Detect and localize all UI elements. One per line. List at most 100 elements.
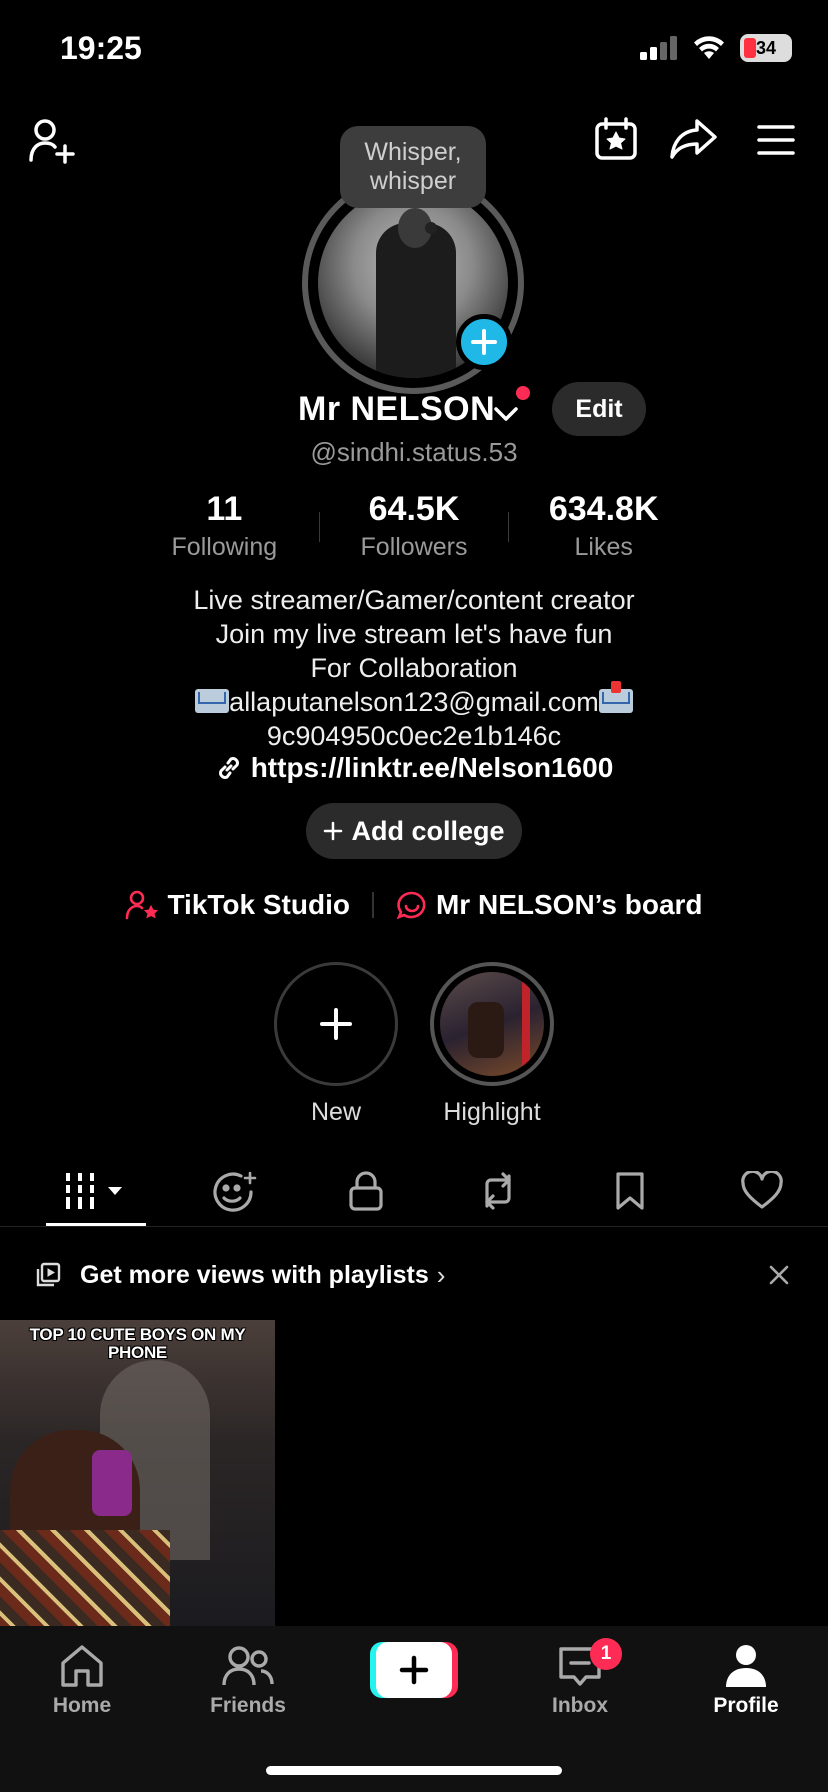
- profile-icon: [726, 1645, 766, 1687]
- tab-liked[interactable]: [696, 1155, 828, 1226]
- bookmark-icon: [616, 1171, 644, 1210]
- tab-videos[interactable]: [24, 1155, 168, 1226]
- create-button[interactable]: [370, 1642, 458, 1698]
- content-tabs: [0, 1155, 828, 1227]
- avatar-note-bubble[interactable]: Whisper, whisper: [340, 126, 486, 208]
- inbox-badge: 1: [590, 1638, 622, 1670]
- board-link[interactable]: Mr NELSON’s board: [396, 889, 703, 921]
- friends-icon: [222, 1646, 274, 1686]
- highlight-circle: [430, 962, 554, 1086]
- name-row: Mr NELSON Edit: [0, 382, 828, 442]
- stat-likes[interactable]: 634.8K Likes: [509, 490, 698, 561]
- bio-line: 9c904950c0ec2e1b146c: [266, 721, 562, 751]
- tiktok-studio-label: TikTok Studio: [167, 889, 350, 920]
- battery-icon: 34: [740, 34, 792, 62]
- stat-label: Followers: [360, 533, 468, 561]
- plus-icon: [471, 329, 497, 355]
- nav-inbox-label: Inbox: [552, 1694, 608, 1717]
- lock-icon: [349, 1170, 383, 1211]
- tab-private[interactable]: [300, 1155, 432, 1226]
- chevron-down-icon[interactable]: [492, 402, 520, 426]
- share-profile-button[interactable]: [668, 115, 720, 163]
- username: @sindhi.status.53: [310, 437, 518, 467]
- close-icon[interactable]: [768, 1264, 790, 1286]
- highlight-thumbnail: [440, 972, 544, 1076]
- add-college-button[interactable]: Add college: [306, 803, 522, 859]
- stat-value: 634.8K: [548, 490, 659, 528]
- videos-grid-icon: [66, 1172, 122, 1209]
- cellular-signal-icon: [640, 36, 677, 60]
- battery-level: 34: [755, 37, 777, 58]
- profile-name[interactable]: Mr NELSON: [298, 390, 495, 429]
- nav-profile[interactable]: Profile: [686, 1638, 806, 1718]
- stat-label: Likes: [574, 533, 633, 561]
- status-icons: 34: [640, 34, 792, 62]
- studio-person-star-icon: [126, 890, 159, 920]
- heart-icon: [741, 1170, 783, 1209]
- stat-label: Following: [171, 533, 278, 561]
- events-button[interactable]: [592, 115, 640, 163]
- link-icon: [218, 757, 239, 779]
- highlight-item[interactable]: Highlight: [430, 962, 554, 1127]
- highlight-new[interactable]: New: [274, 962, 398, 1127]
- bio-link-text: https://linktr.ee/Nelson1600: [250, 752, 614, 783]
- add-story-button[interactable]: [456, 314, 512, 370]
- inbox-tray-emoji-icon: [598, 681, 633, 713]
- highlight-label: New: [310, 1098, 361, 1126]
- bio: Live streamer/Gamer/content creator Join…: [0, 583, 828, 753]
- bio-email-line: allaputanelson123@gmail.com: [0, 681, 828, 719]
- status-bar: 19:25 34: [0, 0, 828, 100]
- video-thumbnail[interactable]: TOP 10 CUTE BOYS ON MY PHONE: [0, 1320, 275, 1626]
- nav-friends-label: Friends: [210, 1694, 286, 1717]
- chevron-right-icon: ›: [436, 1259, 446, 1290]
- bio-email: allaputanelson123@gmail.com: [229, 687, 599, 717]
- add-friend-button[interactable]: [26, 115, 78, 167]
- profile-stats: 11 Following 64.5K Followers 634.8K Like…: [130, 490, 698, 561]
- calendar-star-icon: [595, 117, 637, 160]
- bio-link[interactable]: https://linktr.ee/Nelson1600: [0, 752, 828, 784]
- nav-friends[interactable]: Friends: [188, 1638, 308, 1718]
- home-icon: [61, 1645, 103, 1687]
- tab-reposts[interactable]: [168, 1155, 300, 1226]
- nav-home-label: Home: [52, 1694, 112, 1717]
- highlight-new-circle: [274, 962, 398, 1086]
- plus-icon: [324, 821, 343, 841]
- divider: [371, 892, 374, 918]
- playlist-banner-text: Get more views with playlists: [80, 1260, 429, 1289]
- add-college-label: Add college: [351, 815, 505, 846]
- nav-profile-label: Profile: [713, 1694, 779, 1717]
- creator-links: TikTok Studio Mr NELSON’s board: [0, 880, 828, 930]
- status-time: 19:25: [60, 30, 142, 66]
- tab-reposted[interactable]: [432, 1155, 564, 1226]
- reposts-face-icon: [213, 1171, 257, 1212]
- video-caption: TOP 10 CUTE BOYS ON MY PHONE: [29, 1325, 246, 1362]
- playlist-banner[interactable]: Get more views with playlists ›: [0, 1240, 828, 1310]
- nav-home[interactable]: Home: [22, 1638, 142, 1718]
- hamburger-menu-icon: [757, 125, 795, 155]
- wifi-icon: [694, 36, 724, 59]
- board-label: Mr NELSON’s board: [435, 889, 703, 920]
- highlight-label: Highlight: [443, 1098, 541, 1126]
- bio-line: Live streamer/Gamer/content creator: [193, 585, 635, 615]
- share-arrow-icon: [670, 119, 717, 159]
- menu-button[interactable]: [752, 118, 800, 162]
- edit-profile-button[interactable]: Edit: [552, 382, 646, 436]
- notification-dot: [516, 386, 530, 400]
- stat-following[interactable]: 11 Following: [130, 490, 319, 561]
- tab-favorites[interactable]: [564, 1155, 696, 1226]
- plus-icon: [399, 1655, 429, 1685]
- bio-line: Join my live stream let's have fun: [215, 619, 613, 649]
- tiktok-studio-link[interactable]: TikTok Studio: [125, 889, 350, 921]
- stat-followers[interactable]: 64.5K Followers: [320, 490, 509, 561]
- email-emoji-icon: [195, 689, 230, 713]
- plus-icon: [320, 1008, 352, 1040]
- nav-inbox[interactable]: 1 Inbox: [520, 1638, 640, 1718]
- stat-value: 11: [206, 490, 243, 528]
- note-bubble-tail: [425, 222, 437, 234]
- repost-icon: [485, 1171, 511, 1210]
- home-indicator[interactable]: [266, 1766, 562, 1775]
- bio-line: For Collaboration: [310, 653, 518, 683]
- playlist-icon: [36, 1262, 61, 1287]
- board-chat-icon: [396, 891, 426, 920]
- add-person-icon: [29, 119, 75, 164]
